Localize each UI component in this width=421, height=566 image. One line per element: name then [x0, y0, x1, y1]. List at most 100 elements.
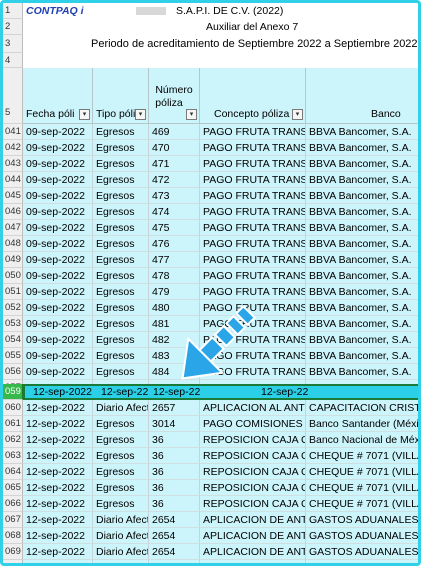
row-number[interactable]: 061: [3, 416, 23, 432]
cell-banco[interactable]: CHEQUE # 7071 (VILLAS: [306, 448, 418, 464]
cell-banco[interactable]: BBVA Bancomer, S.A.: [306, 188, 418, 204]
cell-fecha[interactable]: 09-sep-2022: [23, 316, 93, 332]
cell-tipo[interactable]: Diario Afect: [93, 400, 149, 416]
table-row[interactable]: 07012-sep-2022Diario Afect2655APLICACION…: [3, 560, 418, 563]
cell-concepto[interactable]: APLICACION DE ANTICIP: [200, 512, 306, 528]
cell-tipo[interactable]: Egresos: [93, 332, 149, 348]
cell-numero[interactable]: 36: [149, 496, 200, 512]
table-row[interactable]: 04809-sep-2022Egresos476PAGO FRUTA TRANS…: [3, 236, 418, 252]
cell-fecha[interactable]: 09-sep-2022: [23, 236, 93, 252]
cell-tipo[interactable]: Egresos: [93, 172, 149, 188]
cell-concepto[interactable]: APLICACION DE ANTICIP: [200, 560, 306, 563]
table-row[interactable]: 064 12-sep-2022 Egresos 36 REPOSICION CAJA C…: [3, 464, 418, 480]
cell-banco[interactable]: BBVA Bancomer, S.A.: [306, 156, 418, 172]
table-row[interactable]: 061 12-sep-2022 Egresos 3014 PAGO COMISIONES…: [3, 416, 418, 432]
cell-banco[interactable]: GASTOS ADUANALES: [306, 512, 418, 528]
cell-banco[interactable]: BBVA Bancomer, S.A.: [306, 204, 418, 220]
row-number[interactable]: 067: [3, 512, 23, 528]
cell-banco[interactable]: Banco Santander (México: [306, 416, 418, 432]
row-number[interactable]: 042: [3, 140, 23, 156]
cell-concepto[interactable]: PAGO FRUTA TRANSFER: [200, 156, 306, 172]
cell-tipo[interactable]: Egresos: [93, 140, 149, 156]
row-number[interactable]: 045: [3, 188, 23, 204]
cell-fecha[interactable]: 12-sep-2022: [23, 464, 93, 480]
cell-fecha[interactable]: 09-sep-2022: [23, 204, 93, 220]
table-row[interactable]: 04709-sep-2022Egresos475PAGO FRUTA TRANS…: [3, 220, 418, 236]
row-number[interactable]: 052: [3, 300, 23, 316]
row-number[interactable]: 053: [3, 316, 23, 332]
row-number[interactable]: 063: [3, 448, 23, 464]
cell-tipo[interactable]: Egresos: [93, 496, 149, 512]
table-row[interactable]: 063 12-sep-2022 Egresos 36 REPOSICION CAJA C…: [3, 448, 418, 464]
cell-fecha[interactable]: 12-sep-2022: [23, 448, 93, 464]
cell-banco[interactable]: CHEQUE # 7071 (VILLAS: [306, 496, 418, 512]
row-number[interactable]: 049: [3, 252, 23, 268]
cell-concepto[interactable]: PAGO FRUTA TRANSFER: [200, 140, 306, 156]
cell-concepto[interactable]: PAGO FRUTA TRANSFER: [200, 124, 306, 140]
row-number[interactable]: 055: [3, 348, 23, 364]
row-number[interactable]: 048: [3, 236, 23, 252]
cell-fecha[interactable]: 09-sep-2022: [23, 252, 93, 268]
cell-concepto[interactable]: PAGO COMISIONES BAN: [200, 416, 306, 432]
cell-banco[interactable]: BBVA Bancomer, S.A.: [306, 316, 418, 332]
cell-banco[interactable]: BBVA Bancomer, S.A.: [306, 220, 418, 236]
row-number[interactable]: 070: [3, 560, 23, 563]
cell-fecha[interactable]: 12-sep-2022: [23, 400, 93, 416]
cell-tipo[interactable]: Egresos: [93, 348, 149, 364]
filter-dropdown-icon[interactable]: ▾: [135, 109, 146, 120]
cell-concepto[interactable]: PAGO FRUTA TRANSFER: [200, 220, 306, 236]
cell-fecha[interactable]: 09-sep-2022: [23, 156, 93, 172]
cell-tipo[interactable]: Diario Afect: [93, 512, 149, 528]
column-header-banco[interactable]: Banco: [306, 68, 418, 124]
cell-concepto[interactable]: APLICACION DE ANTICIP: [200, 528, 306, 544]
cell-tipo[interactable]: Egresos: [93, 316, 149, 332]
column-header-tipo[interactable]: Tipo póli ▾: [93, 68, 149, 124]
row-number[interactable]: 062: [3, 432, 23, 448]
table-row[interactable]: 067 12-sep-2022 Diario Afect 2654 APLICACION…: [3, 512, 418, 528]
cell-banco[interactable]: GASTOS ADUANALES: [306, 544, 418, 560]
table-row[interactable]: 05009-sep-2022Egresos478PAGO FRUTA TRANS…: [3, 268, 418, 284]
cell-numero[interactable]: 473: [149, 188, 200, 204]
cell-concepto[interactable]: REPOSICION CAJA CHICA: [200, 464, 306, 480]
cell-fecha[interactable]: 09-sep-2022: [23, 348, 93, 364]
row-number[interactable]: 060: [3, 400, 23, 416]
cell-tipo[interactable]: Egresos: [93, 156, 149, 172]
cell-fecha[interactable]: 12-sep-2022: [23, 416, 93, 432]
cell-tipo[interactable]: Egresos: [93, 464, 149, 480]
filter-dropdown-icon[interactable]: ▾: [79, 109, 90, 120]
cell-concepto[interactable]: REPOSICION CAJA CHICA: [200, 480, 306, 496]
row-number[interactable]: 066: [3, 496, 23, 512]
cell-fecha[interactable]: 09-sep-2022: [23, 364, 93, 380]
cell-tipo[interactable]: Egresos: [93, 268, 149, 284]
cell-tipo[interactable]: Diario Afect: [93, 560, 149, 563]
row-number[interactable]: 068: [3, 528, 23, 544]
cell-numero[interactable]: 2654: [149, 512, 200, 528]
cell-tipo[interactable]: Egresos: [93, 236, 149, 252]
row-number[interactable]: 044: [3, 172, 23, 188]
cell-tipo[interactable]: Egresos: [93, 204, 149, 220]
filter-dropdown-icon[interactable]: ▾: [292, 109, 303, 120]
row-number[interactable]: 065: [3, 480, 23, 496]
table-row[interactable]: 04209-sep-2022Egresos470PAGO FRUTA TRANS…: [3, 140, 418, 156]
row-number[interactable]: 051: [3, 284, 23, 300]
cell-concepto[interactable]: REPOSICION CAJA CHICA: [200, 448, 306, 464]
cell-fecha[interactable]: 12-sep-2022: [23, 544, 93, 560]
row-number[interactable]: 054: [3, 332, 23, 348]
cell-concepto[interactable]: PAGO FRUTA TRANSFER: [200, 172, 306, 188]
cell-tipo[interactable]: Egresos: [93, 448, 149, 464]
cell-fecha[interactable]: 09-sep-2022: [23, 140, 93, 156]
cell-concepto[interactable]: REPOSICION CAJA CHICA: [200, 432, 306, 448]
cell-fecha[interactable]: 09-sep-2022: [23, 284, 93, 300]
row-number[interactable]: 046: [3, 204, 23, 220]
cell-concepto[interactable]: PAGO FRUTA TRANSFER: [200, 236, 306, 252]
cell-numero[interactable]: 3014: [149, 416, 200, 432]
table-row[interactable]: 04409-sep-2022Egresos472PAGO FRUTA TRANS…: [3, 172, 418, 188]
cell-tipo[interactable]: Egresos: [93, 480, 149, 496]
cell-banco[interactable]: BBVA Bancomer, S.A.: [306, 348, 418, 364]
row-number[interactable]: 041: [3, 124, 23, 140]
cell-numero[interactable]: 478: [149, 268, 200, 284]
cell-fecha[interactable]: 12-sep-2022: [23, 512, 93, 528]
table-row[interactable]: 04509-sep-2022Egresos473PAGO FRUTA TRANS…: [3, 188, 418, 204]
column-header-numero[interactable]: Número póliza ▾: [149, 68, 200, 124]
column-header-fecha[interactable]: Fecha póli ▾: [23, 68, 93, 124]
